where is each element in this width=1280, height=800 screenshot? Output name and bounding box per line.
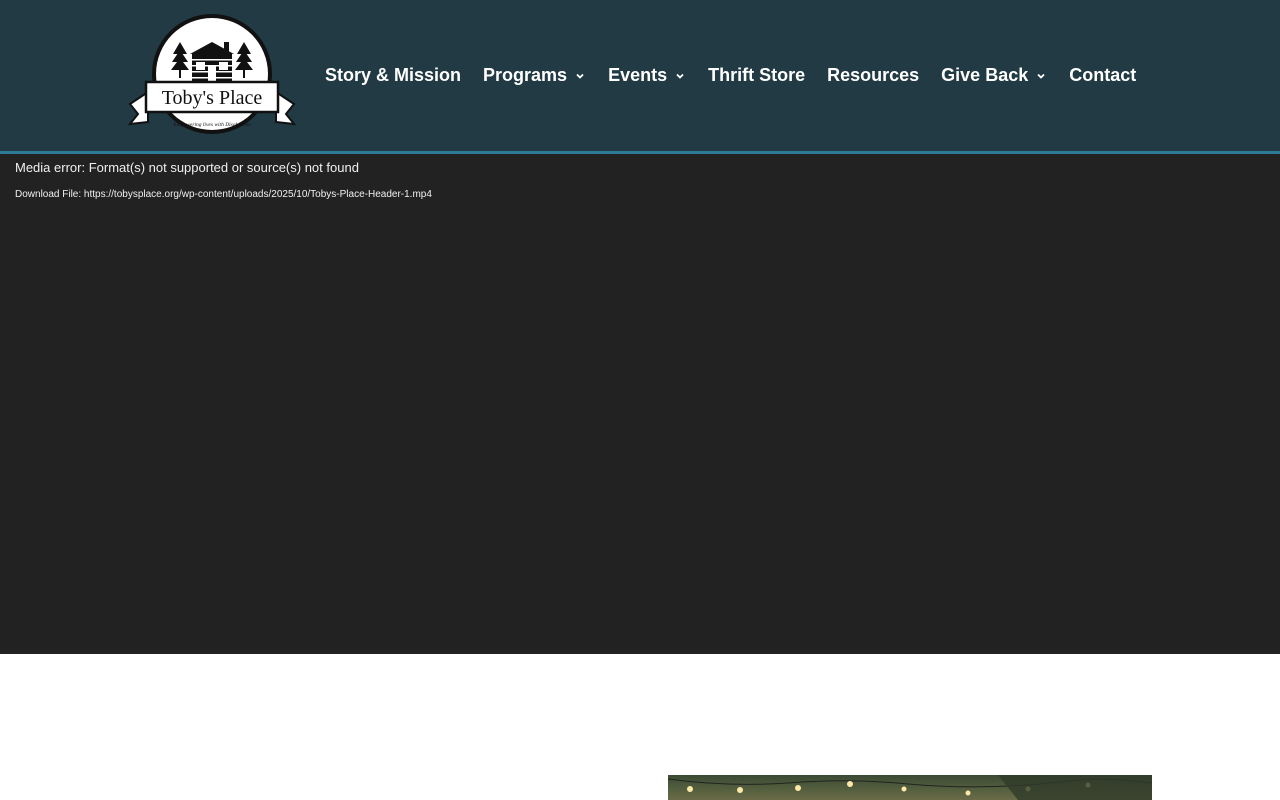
logo-name: Toby's Place bbox=[162, 87, 263, 109]
download-file-link[interactable]: https://tobysplace.org/wp-content/upload… bbox=[84, 189, 432, 200]
nav-label: Thrift Store bbox=[708, 65, 806, 85]
nav-label: Contact bbox=[1069, 65, 1137, 85]
nav-programs[interactable]: Programs bbox=[483, 65, 586, 86]
media-error-message: Media error: Format(s) not supported or … bbox=[15, 160, 359, 175]
main-nav: Story & Mission Programs Events Thrift S… bbox=[325, 0, 1136, 151]
nav-events[interactable]: Events bbox=[608, 65, 686, 86]
nav-label: Events bbox=[608, 65, 668, 85]
header-video: Media error: Format(s) not supported or … bbox=[0, 154, 1280, 654]
nav-label: Resources bbox=[827, 65, 920, 85]
chevron-down-icon bbox=[576, 73, 584, 79]
nav-resources[interactable]: Resources bbox=[827, 65, 919, 86]
nav-thrift-store[interactable]: Thrift Store bbox=[708, 65, 805, 86]
logo-tagline: Empowering lives with Disabilities bbox=[172, 122, 250, 128]
nav-label: Programs bbox=[483, 65, 568, 85]
content-image bbox=[668, 775, 1152, 800]
nav-label: Give Back bbox=[941, 65, 1029, 85]
toby-cabin-logo-icon: Toby's Place Empowering lives with Disab… bbox=[127, 14, 297, 134]
media-download: Download File: https://tobysplace.org/wp… bbox=[15, 189, 432, 200]
chevron-down-icon bbox=[1037, 73, 1045, 79]
nav-label: Story & Mission bbox=[325, 65, 462, 85]
site-header: Toby's Place Empowering lives with Disab… bbox=[0, 0, 1280, 154]
string-lights-photo bbox=[668, 775, 1152, 800]
site-logo[interactable]: Toby's Place Empowering lives with Disab… bbox=[127, 12, 297, 138]
nav-story-mission[interactable]: Story & Mission bbox=[325, 65, 461, 86]
download-prefix: Download File: bbox=[15, 189, 84, 200]
nav-give-back[interactable]: Give Back bbox=[941, 65, 1047, 86]
nav-contact[interactable]: Contact bbox=[1069, 65, 1136, 86]
chevron-down-icon bbox=[676, 73, 684, 79]
